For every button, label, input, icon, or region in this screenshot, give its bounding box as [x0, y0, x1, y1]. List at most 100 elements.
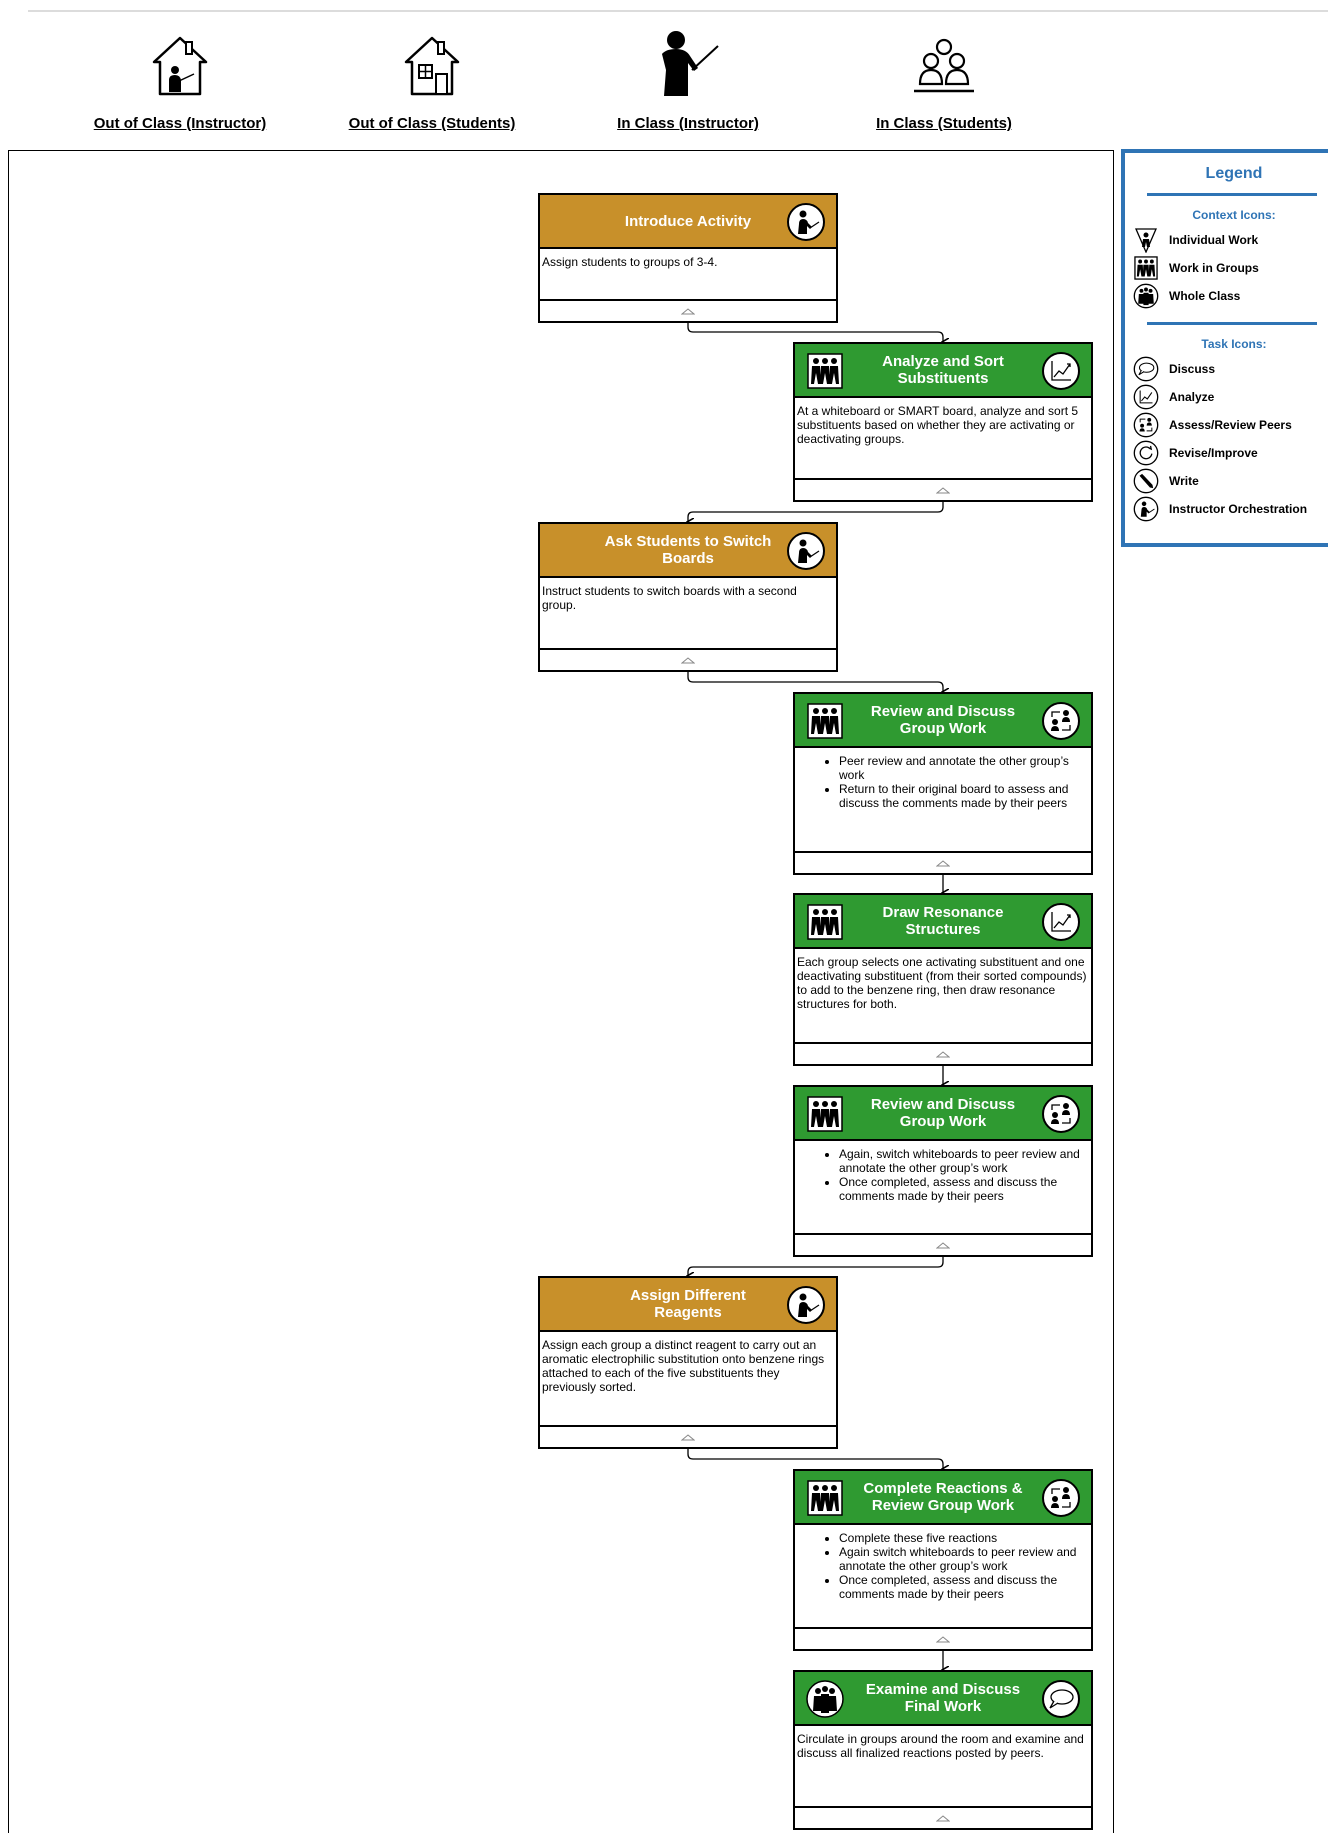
legend-item: Discuss [1125, 355, 1328, 383]
collapse-toggle[interactable] [540, 648, 836, 670]
list-item: Complete these five reactions [839, 1531, 1089, 1545]
card-body: Peer review and annotate the other group… [795, 748, 1091, 816]
connector [687, 322, 943, 342]
list-item: Again, switch whiteboards to peer review… [839, 1147, 1089, 1175]
card-header: Draw Resonance Structures [795, 895, 1091, 949]
discuss-icon [1042, 1680, 1080, 1718]
activity-card[interactable]: Review and Discuss Group Work Peer revie… [793, 692, 1093, 875]
individual-work-icon [1133, 227, 1159, 253]
work-in-groups-icon [807, 353, 843, 389]
activity-card[interactable]: Review and Discuss Group Work Again, swi… [793, 1085, 1093, 1257]
discuss-icon [1133, 356, 1159, 382]
connector [688, 1257, 944, 1276]
collapse-toggle[interactable] [540, 1425, 836, 1447]
activity-card[interactable]: Analyze and Sort Substituents At a white… [793, 342, 1093, 502]
activity-card[interactable]: Complete Reactions & Review Group Work C… [793, 1469, 1093, 1651]
legend-item-label: Instructor Orchestration [1169, 502, 1308, 516]
legend-item-label: Work in Groups [1169, 261, 1259, 275]
instructor-orchestration-icon [787, 532, 825, 570]
context-icons-heading: Context Icons: [1192, 208, 1276, 222]
legend-item-label: Revise/Improve [1169, 446, 1258, 460]
card-body: Complete these five reactions Again swit… [795, 1525, 1091, 1607]
work-in-groups-icon [1133, 255, 1159, 281]
card-body: Again, switch whiteboards to peer review… [795, 1141, 1091, 1209]
collapse-arrow-icon [936, 1050, 950, 1057]
collapse-arrow-icon [681, 307, 695, 314]
legend-divider [1147, 322, 1317, 325]
work-in-groups-icon [807, 904, 843, 940]
legend-item-label: Assess/Review Peers [1169, 418, 1292, 432]
card-body: Assign each group a distinct reagent to … [542, 1338, 825, 1394]
collapse-toggle[interactable] [795, 1042, 1091, 1064]
collapse-toggle[interactable] [795, 851, 1091, 873]
collapse-toggle[interactable] [540, 299, 836, 321]
legend-item: Assess/Review Peers [1125, 411, 1328, 439]
activity-card[interactable]: Draw Resonance Structures Each group sel… [793, 893, 1093, 1066]
card-body: Circulate in groups around the room and … [797, 1732, 1084, 1760]
collapse-arrow-icon [681, 1433, 695, 1440]
connector [687, 1449, 943, 1469]
card-header: Review and Discuss Group Work [795, 1087, 1091, 1141]
work-in-groups-icon [807, 1480, 843, 1516]
instructor-orchestration-icon [787, 1286, 825, 1324]
collapse-arrow-icon [936, 859, 950, 866]
analyze-icon [1133, 384, 1159, 410]
legend-item-label: Write [1169, 474, 1199, 488]
card-body: Instruct students to switch boards with … [542, 584, 797, 612]
activity-card[interactable]: Examine and Discuss Final Work Circulate… [793, 1670, 1093, 1830]
activity-card[interactable]: Ask Students to Switch Boards Instruct s… [538, 522, 838, 672]
collapse-toggle[interactable] [795, 478, 1091, 500]
collapse-arrow-icon [936, 1814, 950, 1821]
card-header: Assign Different Reagents [540, 1278, 836, 1332]
legend-divider [1147, 193, 1317, 196]
assess-review-peers-icon [1042, 1479, 1080, 1517]
collapse-toggle[interactable] [795, 1627, 1091, 1649]
list-item: Again switch whiteboards to peer review … [839, 1545, 1089, 1573]
legend-item-label: Individual Work [1169, 233, 1259, 247]
collapse-arrow-icon [681, 656, 695, 663]
assess-review-peers-icon [1042, 702, 1080, 740]
connector [688, 502, 944, 522]
task-icons-heading: Task Icons: [1201, 337, 1267, 351]
collapse-toggle[interactable] [795, 1806, 1091, 1828]
card-body: Assign students to groups of 3-4. [542, 255, 718, 269]
list-item: Return to their original board to assess… [839, 782, 1089, 810]
work-in-groups-icon [807, 703, 843, 739]
legend-item-label: Whole Class [1169, 289, 1241, 303]
card-header: Introduce Activity [540, 195, 836, 249]
assess-review-peers-icon [1133, 412, 1159, 438]
legend-item: Write [1125, 467, 1328, 495]
analyze-icon [1042, 352, 1080, 390]
legend-item: Individual Work [1125, 226, 1328, 254]
legend-item: Work in Groups [1125, 254, 1328, 282]
legend-item: Analyze [1125, 383, 1328, 411]
revise-improve-icon [1133, 440, 1159, 466]
card-header: Examine and Discuss Final Work [795, 1672, 1091, 1726]
activity-card[interactable]: Introduce Activity Assign students to gr… [538, 193, 838, 323]
collapse-arrow-icon [936, 486, 950, 493]
bullet-list: Complete these five reactions Again swit… [797, 1531, 1089, 1601]
assess-review-peers-icon [1042, 1095, 1080, 1133]
legend-title: Legend [1205, 165, 1263, 182]
card-header: Ask Students to Switch Boards [540, 524, 836, 578]
connector [687, 672, 943, 692]
whole-class-icon [806, 1680, 844, 1718]
card-header: Analyze and Sort Substituents [795, 344, 1091, 398]
work-in-groups-icon [807, 1096, 843, 1132]
legend-item-label: Analyze [1169, 390, 1215, 404]
legend-item-label: Discuss [1169, 362, 1216, 376]
card-body: At a whiteboard or SMART board, analyze … [797, 404, 1079, 446]
write-icon [1133, 468, 1159, 494]
activity-card[interactable]: Assign Different Reagents Assign each gr… [538, 1276, 838, 1449]
bullet-list: Peer review and annotate the other group… [797, 754, 1089, 810]
legend-item: Revise/Improve [1125, 439, 1328, 467]
list-item: Peer review and annotate the other group… [839, 754, 1089, 782]
collapse-toggle[interactable] [795, 1233, 1091, 1255]
legend-item: Instructor Orchestration [1125, 495, 1328, 523]
card-body: Each group selects one activating substi… [797, 955, 1087, 1011]
collapse-arrow-icon [936, 1635, 950, 1642]
list-item: Once completed, assess and discuss the c… [839, 1573, 1089, 1601]
instructor-orchestration-icon [787, 203, 825, 241]
bullet-list: Again, switch whiteboards to peer review… [797, 1147, 1089, 1203]
analyze-icon [1042, 903, 1080, 941]
